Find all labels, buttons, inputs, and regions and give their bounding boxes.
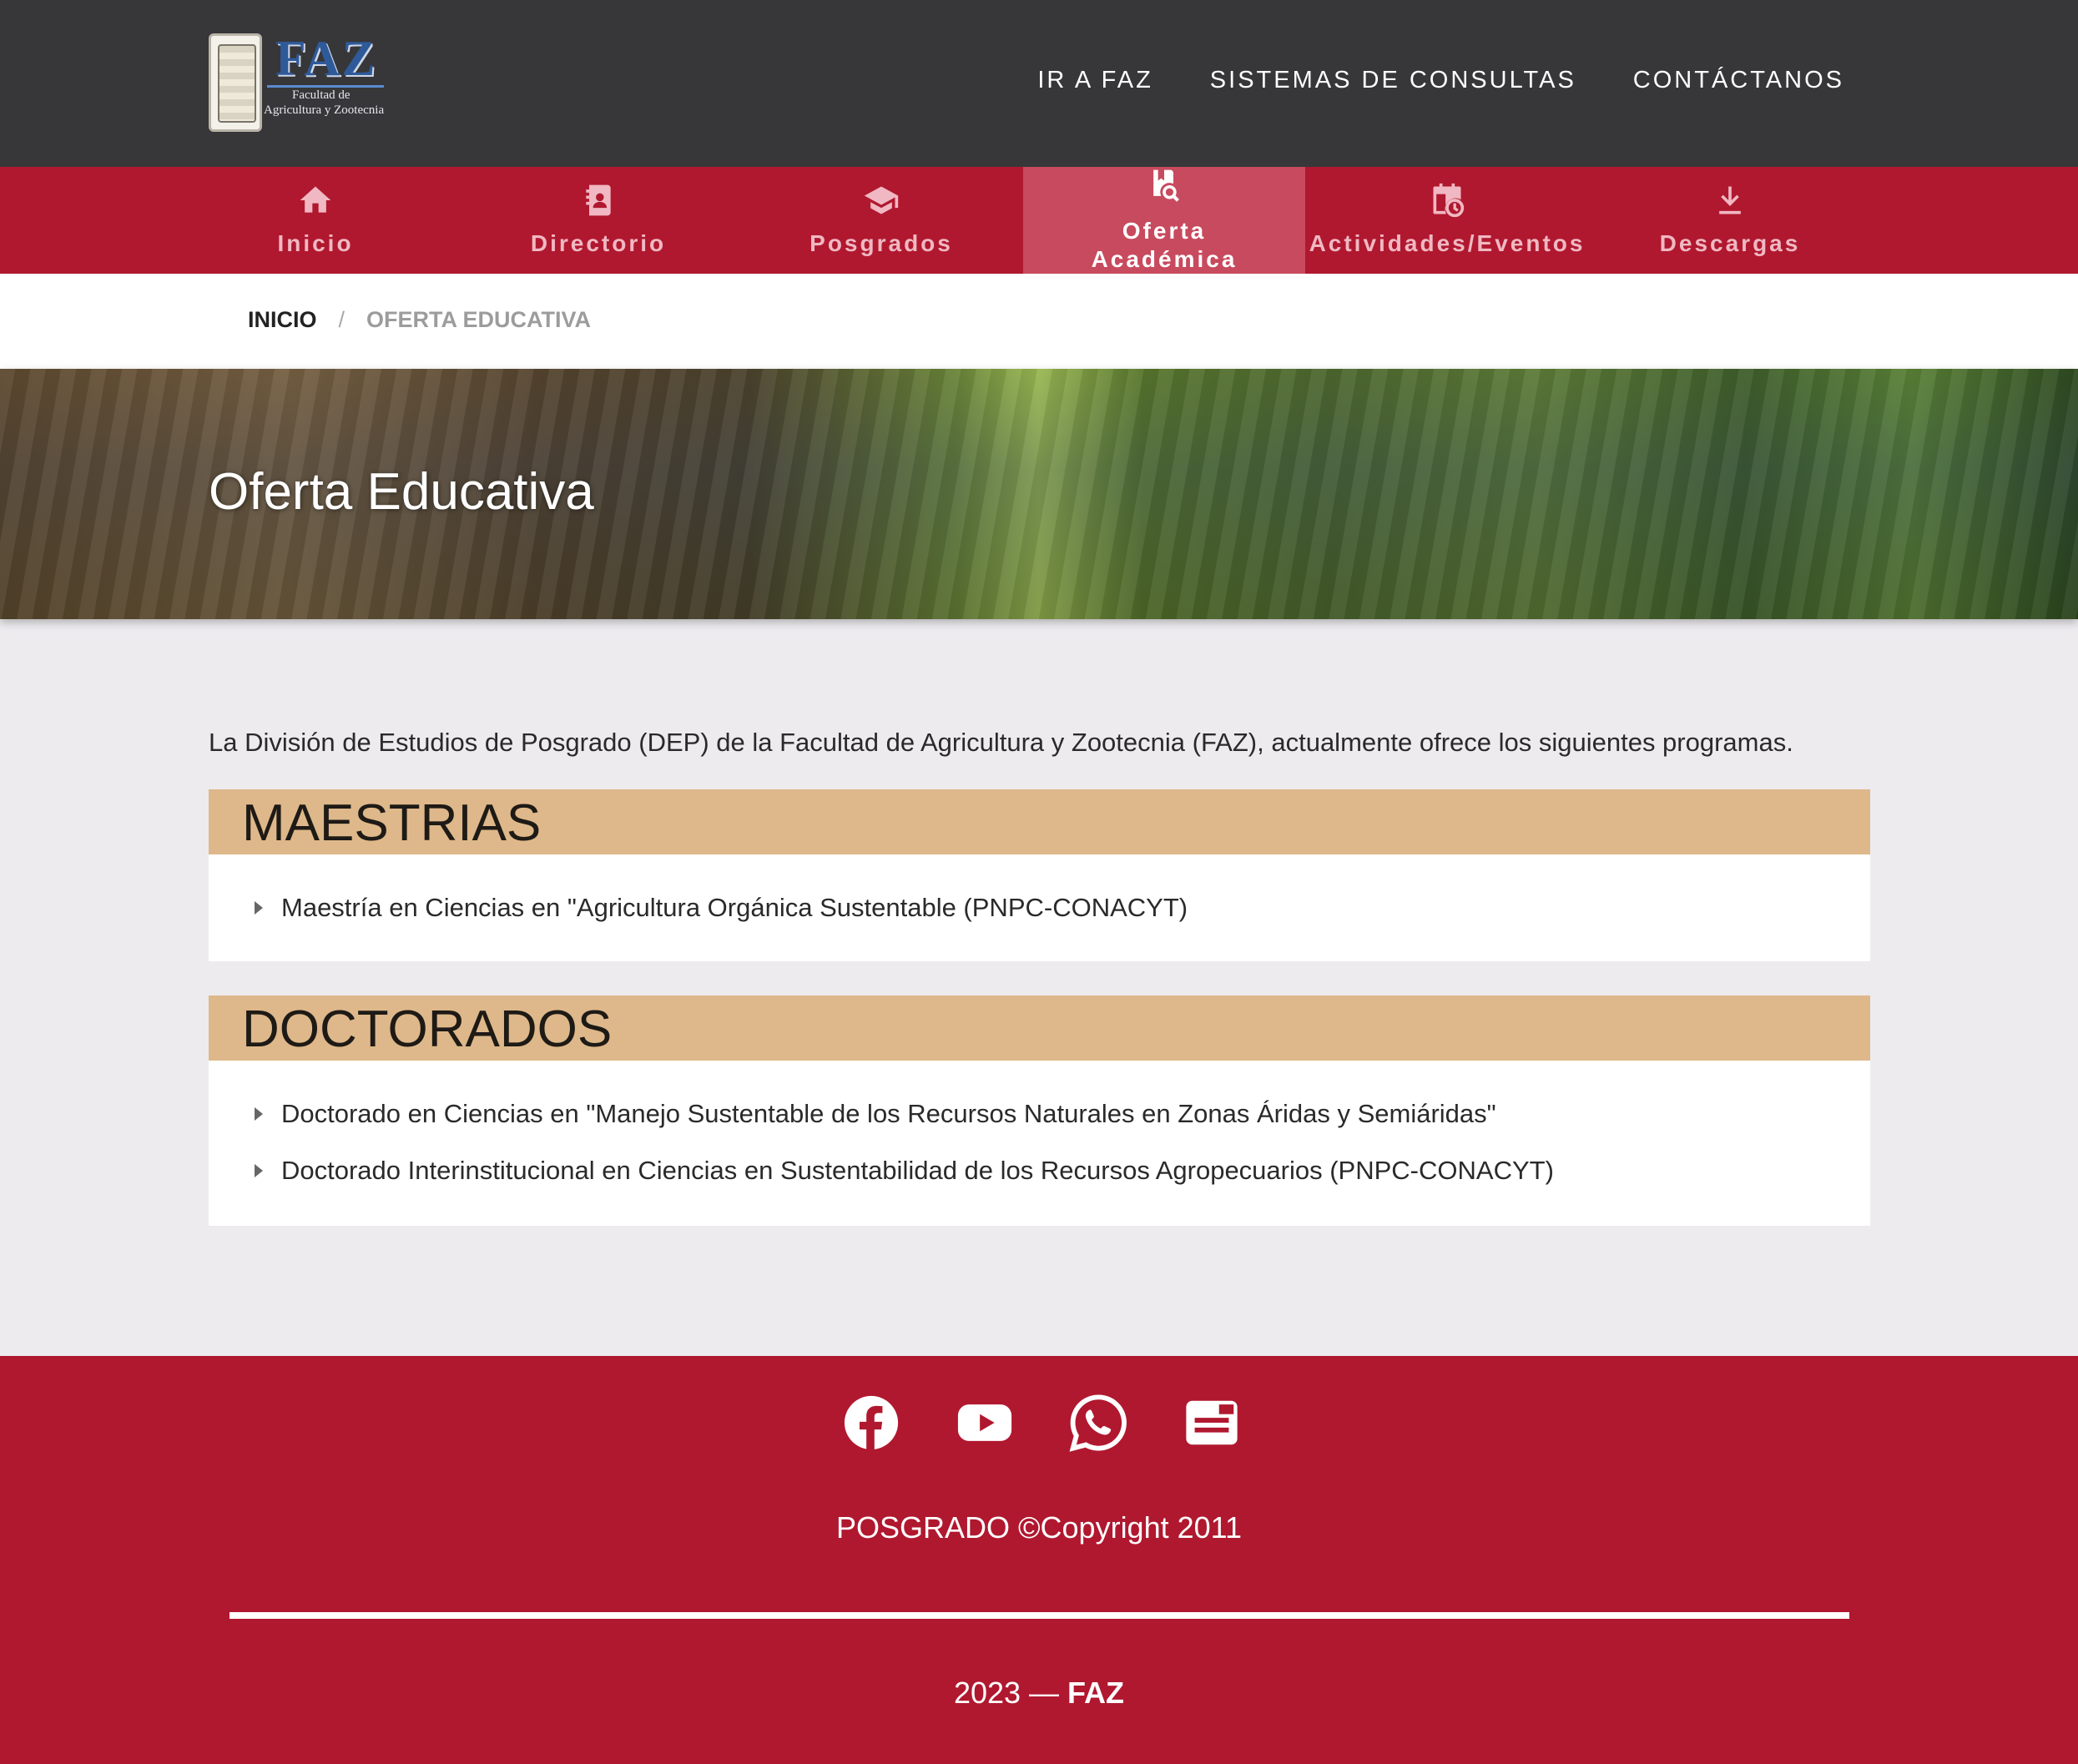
contactanos-link[interactable]: CONTÁCTANOS bbox=[1633, 67, 1844, 94]
nav-item-descargas[interactable]: Descargas bbox=[1589, 167, 1871, 274]
nav-item-inicio[interactable]: Inicio bbox=[174, 167, 456, 274]
top-nav: IR A FAZ SISTEMAS DE CONSULTAS CONTÁCTAN… bbox=[1037, 67, 1844, 94]
facebook-icon[interactable] bbox=[842, 1394, 900, 1452]
doctorados-section: DOCTORADOS Doctorado en Ciencias en "Man… bbox=[209, 995, 1870, 1226]
caret-right-icon bbox=[255, 1107, 263, 1121]
main-nav: Inicio Directorio Posgrados Oferta Acadé… bbox=[0, 167, 2078, 274]
nav-item-oferta-academica[interactable]: Oferta Académica bbox=[1023, 167, 1305, 274]
copyright-text: POSGRADO ©Copyright 2011 bbox=[835, 1510, 1243, 1545]
section-heading: MAESTRIAS bbox=[209, 789, 1870, 854]
book-search-icon bbox=[1153, 169, 1179, 202]
home-icon bbox=[300, 186, 331, 213]
footer-year: 2023 — FAZ bbox=[0, 1676, 2078, 1711]
nav-item-actividades-eventos[interactable]: Actividades/Eventos bbox=[1306, 167, 1588, 274]
faz-logo[interactable]: FAZ Facultad de Agricultura y Zootecnia bbox=[209, 30, 388, 135]
footer: POSGRADO ©Copyright 2011 2023 — FAZ bbox=[0, 1356, 2078, 1764]
nav-item-label: Oferta Académica bbox=[1023, 217, 1305, 274]
program-item-label: Doctorado en Ciencias en "Manejo Sustent… bbox=[281, 1099, 1496, 1128]
logo-subtitle-2: Agricultura y Zootecnia bbox=[264, 103, 385, 117]
social-links bbox=[0, 1394, 2078, 1452]
top-header: FAZ Facultad de Agricultura y Zootecnia … bbox=[0, 0, 2078, 167]
hero-banner: Oferta Educativa bbox=[0, 369, 2078, 619]
footer-brand: FAZ bbox=[1067, 1676, 1125, 1710]
crest-icon bbox=[209, 33, 262, 132]
whatsapp-icon[interactable] bbox=[1069, 1394, 1127, 1452]
logo-title: FAZ bbox=[275, 31, 377, 86]
nav-item-label: Descargas bbox=[1659, 230, 1801, 256]
logo-underline bbox=[267, 85, 384, 88]
footer-divider bbox=[229, 1612, 1849, 1619]
nav-item-directorio[interactable]: Directorio bbox=[457, 167, 739, 274]
nav-item-label-line2: Académica bbox=[1091, 246, 1238, 272]
caret-right-icon bbox=[255, 901, 263, 915]
nav-item-label: Inicio bbox=[277, 230, 354, 256]
program-list: Doctorado en Ciencias en "Manejo Sustent… bbox=[209, 1061, 1870, 1199]
download-icon bbox=[1719, 186, 1741, 214]
contact-book-icon bbox=[586, 184, 611, 216]
logo-subtitle-1: Facultad de bbox=[292, 88, 351, 102]
breadcrumb-separator: / bbox=[338, 307, 345, 332]
footer-year-text: 2023 — bbox=[953, 1676, 1068, 1710]
sistemas-de-consultas-link[interactable]: SISTEMAS DE CONSULTAS bbox=[1210, 67, 1576, 94]
nav-item-label: Directorio bbox=[530, 230, 667, 256]
program-list: Maestría en Ciencias en "Agricultura Org… bbox=[209, 854, 1870, 936]
graduation-cap-icon bbox=[864, 186, 899, 214]
breadcrumb-current: OFERTA EDUCATIVA bbox=[366, 307, 592, 332]
calendar-clock-icon bbox=[1433, 183, 1465, 218]
news-icon[interactable] bbox=[1183, 1394, 1241, 1452]
intro-text: La División de Estudios de Posgrado (DEP… bbox=[209, 728, 1793, 757]
caret-right-icon bbox=[255, 1164, 263, 1177]
nav-item-posgrados[interactable]: Posgrados bbox=[740, 167, 1022, 274]
section-heading: DOCTORADOS bbox=[209, 995, 1870, 1061]
page-title: Oferta Educativa bbox=[209, 463, 594, 521]
program-item[interactable]: Doctorado en Ciencias en "Manejo Sustent… bbox=[255, 1086, 1870, 1142]
breadcrumb-bar: INICIO / OFERTA EDUCATIVA bbox=[0, 274, 2078, 369]
program-item[interactable]: Doctorado Interinstitucional en Ciencias… bbox=[255, 1142, 1870, 1199]
program-item-label: Maestría en Ciencias en "Agricultura Org… bbox=[281, 893, 1188, 922]
program-item[interactable]: Maestría en Ciencias en "Agricultura Org… bbox=[255, 879, 1870, 936]
breadcrumb-home-link[interactable]: INICIO bbox=[248, 307, 317, 333]
ir-a-faz-link[interactable]: IR A FAZ bbox=[1037, 67, 1152, 94]
nav-item-label-line1: Oferta bbox=[1122, 218, 1207, 244]
maestrias-section: MAESTRIAS Maestría en Ciencias en "Agric… bbox=[209, 789, 1870, 961]
nav-item-label: Actividades/Eventos bbox=[1309, 230, 1586, 256]
youtube-icon[interactable] bbox=[956, 1394, 1014, 1452]
nav-item-label: Posgrados bbox=[810, 230, 953, 256]
program-item-label: Doctorado Interinstitucional en Ciencias… bbox=[281, 1156, 1554, 1185]
breadcrumb: INICIO / OFERTA EDUCATIVA bbox=[248, 307, 591, 333]
